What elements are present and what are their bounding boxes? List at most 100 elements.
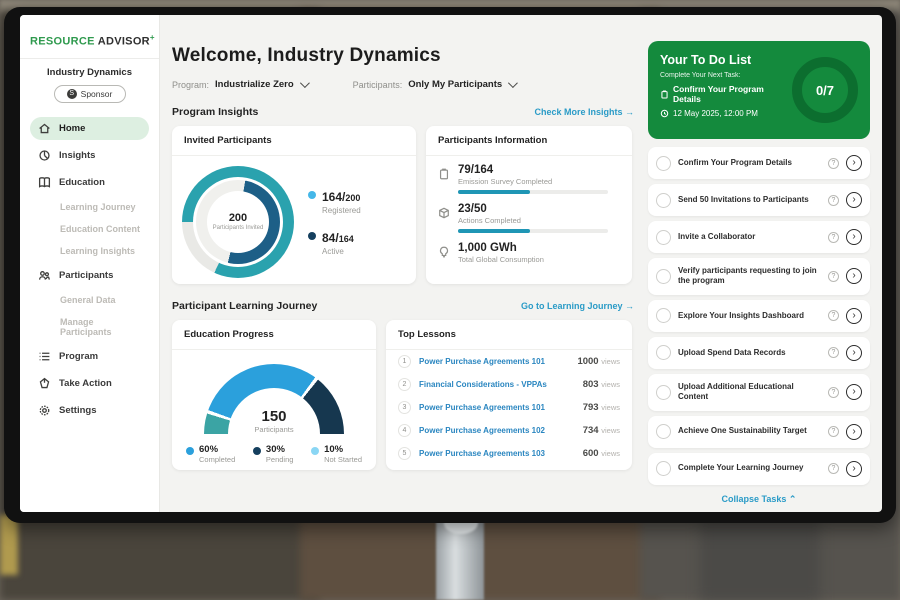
chevron-right-icon[interactable]: › (846, 268, 862, 284)
clock-icon (660, 109, 669, 118)
stat-value: 79/164 (458, 164, 608, 176)
help-icon[interactable]: ? (828, 232, 839, 243)
task-label: Verify participants requesting to join t… (678, 266, 821, 287)
invited-participants-card: Invited Participants 200 Participants In… (172, 126, 416, 284)
card-title: Education Progress (172, 320, 376, 350)
task-upload-spend-data[interactable]: Upload Spend Data Records ? › (648, 337, 870, 369)
chevron-right-icon[interactable]: › (846, 192, 862, 208)
help-icon[interactable]: ? (828, 271, 839, 282)
task-upload-educational-content[interactable]: Upload Additional Educational Content ? … (648, 374, 870, 411)
task-checkbox[interactable] (656, 230, 671, 245)
sidebar-item-education[interactable]: Education (30, 171, 149, 194)
task-checkbox[interactable] (656, 424, 671, 439)
learning-cards-row: Education Progress 150 Participants 60% (172, 320, 634, 470)
sidebar-item-settings[interactable]: Settings (30, 399, 149, 422)
sidebar-item-label: Settings (59, 405, 96, 416)
sidebar-item-take-action[interactable]: Take Action (30, 372, 149, 395)
help-icon[interactable]: ? (828, 195, 839, 206)
legend-completed: 60% Completed (186, 444, 235, 464)
home-icon (38, 122, 51, 135)
task-checkbox[interactable] (656, 345, 671, 360)
sidebar-item-program[interactable]: Program (30, 345, 149, 368)
program-filter[interactable]: Program: Industrialize Zero (172, 79, 307, 90)
help-icon[interactable]: ? (828, 310, 839, 321)
take-action-icon (38, 377, 51, 390)
lesson-row: 4 Power Purchase Agreements 102 734 view… (386, 419, 632, 442)
participants-icon (38, 269, 51, 282)
todo-next-task: Confirm Your Program Details (660, 84, 792, 104)
lesson-link[interactable]: Power Purchase Agreements 101 (419, 403, 575, 412)
sidebar-item-label: Home (59, 123, 85, 134)
sidebar-item-home[interactable]: Home (30, 117, 149, 140)
gauge-center: 150 Participants (204, 408, 344, 434)
task-send-invitations[interactable]: Send 50 Invitations to Participants ? › (648, 184, 870, 216)
task-label: Complete Your Learning Journey (678, 463, 821, 473)
help-icon[interactable]: ? (828, 426, 839, 437)
stat-value: 23/50 (458, 203, 608, 215)
task-checkbox[interactable] (656, 269, 671, 284)
stat-label: Emission Survey Completed (458, 177, 608, 186)
participants-information-card: Participants Information 79/164 Emission… (426, 126, 632, 284)
task-explore-insights[interactable]: Explore Your Insights Dashboard ? › (648, 300, 870, 332)
chevron-right-icon[interactable]: › (846, 424, 862, 440)
program-filter-value: Industrialize Zero (215, 79, 294, 90)
check-more-insights-link[interactable]: Check More Insights → (534, 107, 634, 117)
program-filter-label: Program: (172, 80, 209, 90)
program-insights-header: Program Insights Check More Insights → (172, 106, 634, 118)
help-icon[interactable]: ? (828, 387, 839, 398)
chevron-right-icon[interactable]: › (846, 308, 862, 324)
task-complete-learning-journey[interactable]: Complete Your Learning Journey ? › (648, 453, 870, 485)
lesson-link[interactable]: Power Purchase Agreements 102 (419, 426, 575, 435)
dashboard-screen: RESOURCE ADVISOR+ Industry Dynamics S Sp… (20, 15, 882, 512)
task-checkbox[interactable] (656, 385, 671, 400)
task-checkbox[interactable] (656, 308, 671, 323)
progress-track (458, 229, 608, 233)
participants-filter[interactable]: Participants: Only My Participants (353, 79, 516, 90)
sponsor-badge[interactable]: S Sponsor (54, 85, 126, 103)
chevron-right-icon[interactable]: › (846, 384, 862, 400)
chevron-right-icon[interactable]: › (846, 155, 862, 171)
todo-datetime: 12 May 2025, 12:00 PM (660, 109, 792, 118)
sidebar-item-education-content[interactable]: Education Content (30, 219, 149, 239)
collapse-tasks-link[interactable]: Collapse Tasks ⌃ (648, 494, 870, 505)
chevron-right-icon[interactable]: › (846, 461, 862, 477)
task-achieve-sustainability-target[interactable]: Achieve One Sustainability Target ? › (648, 416, 870, 448)
sidebar-item-general-data[interactable]: General Data (30, 290, 149, 310)
legend-pct: 60% (199, 444, 235, 455)
task-checkbox[interactable] (656, 156, 671, 171)
lesson-rank: 5 (398, 447, 411, 460)
section-title: Program Insights (172, 106, 258, 118)
sidebar-item-learning-journey[interactable]: Learning Journey (30, 197, 149, 217)
todo-datetime-label: 12 May 2025, 12:00 PM (673, 109, 758, 118)
top-lessons-card: Top Lessons 1 Power Purchase Agreements … (386, 320, 632, 470)
lesson-link[interactable]: Power Purchase Agreements 103 (419, 449, 575, 458)
task-verify-participants[interactable]: Verify participants requesting to join t… (648, 258, 870, 295)
task-checkbox[interactable] (656, 461, 671, 476)
task-label: Confirm Your Program Details (678, 158, 821, 168)
lesson-views: 600 views (583, 448, 620, 459)
sidebar-item-learning-insights[interactable]: Learning Insights (30, 241, 149, 261)
brand-secondary: ADVISOR (98, 36, 150, 48)
help-icon[interactable]: ? (828, 158, 839, 169)
sidebar-item-label: Participants (59, 270, 113, 281)
lesson-views: 1000 views (577, 356, 620, 367)
go-to-learning-journey-link[interactable]: Go to Learning Journey → (521, 301, 634, 311)
task-checkbox[interactable] (656, 193, 671, 208)
lesson-link[interactable]: Power Purchase Agreements 101 (419, 357, 569, 366)
lesson-link[interactable]: Financial Considerations - VPPAs (419, 380, 575, 389)
task-invite-collaborator[interactable]: Invite a Collaborator ? › (648, 221, 870, 253)
task-label: Achieve One Sustainability Target (678, 426, 821, 436)
sidebar-item-manage-participants[interactable]: Manage Participants (30, 312, 149, 342)
chevron-right-icon[interactable]: › (846, 229, 862, 245)
help-icon[interactable]: ? (828, 463, 839, 474)
chevron-right-icon[interactable]: › (846, 345, 862, 361)
help-icon[interactable]: ? (828, 347, 839, 358)
task-confirm-program-details[interactable]: Confirm Your Program Details ? › (648, 147, 870, 179)
sidebar-item-participants[interactable]: Participants (30, 264, 149, 287)
donut-center: 200 Participants Invited (207, 191, 269, 253)
sidebar-item-insights[interactable]: Insights (30, 144, 149, 167)
filter-bar: Program: Industrialize Zero Participants… (172, 79, 634, 90)
sidebar: RESOURCE ADVISOR+ Industry Dynamics S Sp… (20, 15, 160, 512)
lesson-views: 793 views (583, 402, 620, 413)
gear-icon (38, 404, 51, 417)
